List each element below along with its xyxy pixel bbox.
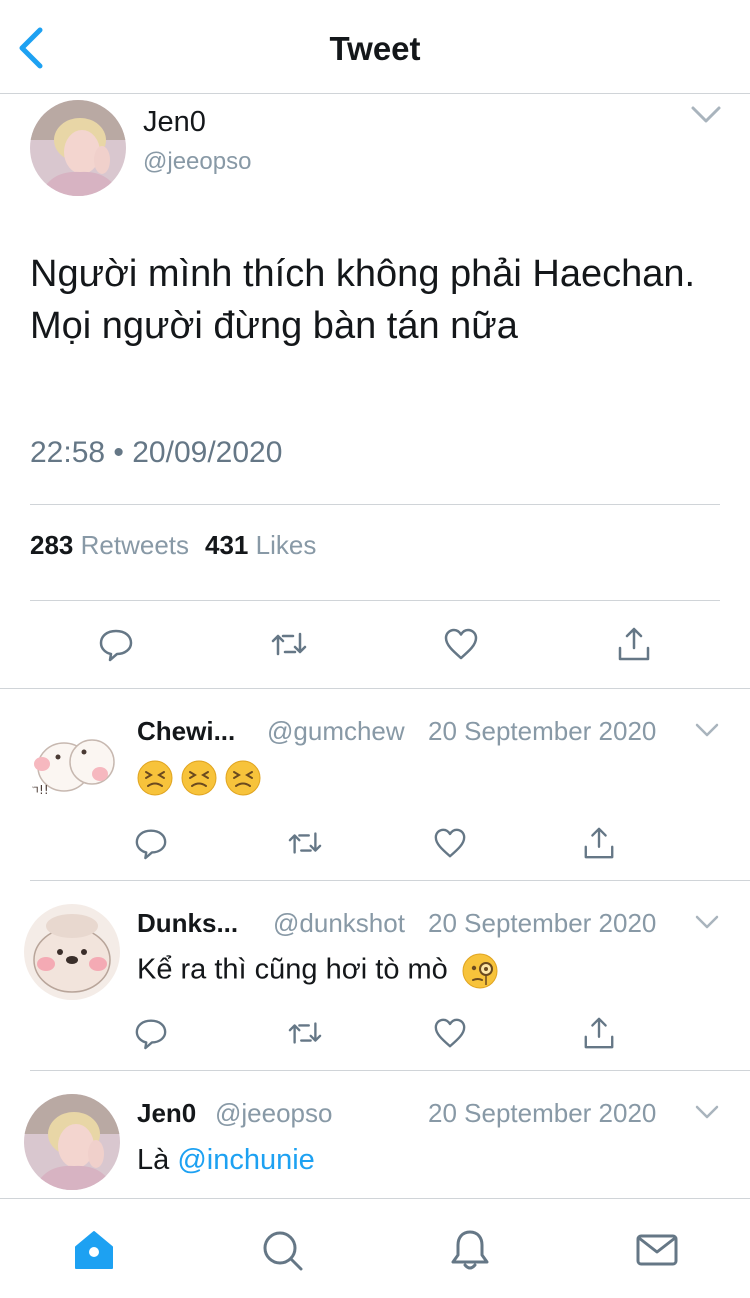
retweet-icon[interactable] (288, 1016, 322, 1050)
likes-count[interactable]: 431 (205, 530, 248, 560)
mail-icon[interactable] (634, 1227, 680, 1273)
heart-icon[interactable] (433, 1016, 467, 1050)
bottom-tab-bar (0, 1198, 750, 1298)
divider (30, 600, 720, 601)
author-handle[interactable]: @jeeopso (143, 148, 251, 176)
chevron-down-icon[interactable] (694, 1104, 720, 1122)
reply-date[interactable]: 20 September 2020 (428, 1098, 656, 1129)
bell-icon[interactable] (447, 1227, 493, 1273)
search-icon[interactable] (259, 1227, 305, 1273)
persevering-face-emoji-icon (225, 760, 261, 796)
reply-author-name[interactable]: Dunks... (137, 908, 238, 939)
tweet-text: Người mình thích không phải Haechan. Mọi… (30, 253, 696, 347)
tweet-stats: 283 Retweets 431 Likes (30, 530, 316, 561)
retweet-icon[interactable] (288, 826, 322, 860)
heart-icon[interactable] (433, 826, 467, 860)
divider (30, 880, 750, 881)
reply-text: Kể ra thì cũng hơi tò mò (137, 953, 506, 989)
svg-text:ㄲ!!: ㄲ!! (28, 783, 49, 797)
avatar[interactable] (30, 100, 126, 196)
reply-text-content: Kể ra thì cũng hơi tò mò (137, 953, 448, 986)
likes-label[interactable]: Likes (256, 530, 317, 560)
retweets-count[interactable]: 283 (30, 530, 73, 560)
avatar[interactable] (24, 904, 120, 1000)
reply-text: Là @inchunie (137, 1144, 315, 1177)
reply-author-handle[interactable]: @gumchew (267, 716, 405, 747)
reply-date[interactable]: 20 September 2020 (428, 716, 656, 747)
page-title: Tweet (329, 30, 421, 67)
reply-date[interactable]: 20 September 2020 (428, 908, 656, 939)
chevron-down-icon[interactable] (694, 914, 720, 932)
chevron-down-icon[interactable] (694, 722, 720, 740)
retweets-label[interactable]: Retweets (81, 530, 189, 560)
reply-icon[interactable] (98, 626, 134, 662)
mention-link[interactable]: @inchunie (177, 1144, 314, 1176)
reply-author-name[interactable]: Chewi... (137, 716, 235, 747)
share-icon[interactable] (582, 826, 616, 860)
persevering-face-emoji-icon (137, 760, 173, 796)
author-name[interactable]: Jen0 (143, 106, 206, 139)
reply-author-name[interactable]: Jen0 (137, 1098, 196, 1129)
divider (0, 688, 750, 689)
heart-icon[interactable] (443, 626, 479, 662)
reply-icon[interactable] (134, 1016, 168, 1050)
avatar[interactable]: ㄲ!! (24, 712, 120, 808)
tweet-timestamp: 22:58 • 20/09/2020 (30, 436, 283, 469)
persevering-face-emoji-icon (181, 760, 217, 796)
reply-author-handle[interactable]: @jeeopso (215, 1098, 332, 1129)
reply-text-content: Là (137, 1144, 170, 1176)
reply-text (137, 760, 269, 796)
avatar[interactable] (24, 1094, 120, 1190)
share-icon[interactable] (582, 1016, 616, 1050)
divider (30, 1070, 750, 1071)
home-icon[interactable] (71, 1227, 117, 1273)
reply-author-handle[interactable]: @dunkshot (273, 908, 405, 939)
divider (30, 504, 720, 505)
chevron-down-icon[interactable] (690, 104, 722, 126)
top-nav-bar: Tweet (0, 0, 750, 94)
retweet-icon[interactable] (271, 626, 307, 662)
face-with-monocle-emoji-icon (462, 953, 498, 989)
share-icon[interactable] (616, 626, 652, 662)
reply-icon[interactable] (134, 826, 168, 860)
